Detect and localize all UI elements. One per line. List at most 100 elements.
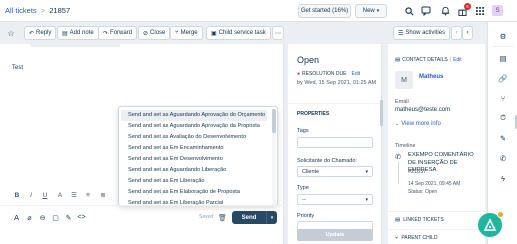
more-icon: ⋯ [275,30,281,37]
next-ticket-button[interactable]: › [462,26,473,40]
send-status-option[interactable]: Send and set as Em Encaminhamento [121,143,267,154]
contact-card-icon: ▤ [395,57,401,63]
knowledge-base-icon[interactable]: ✎ [64,213,73,222]
merge-button[interactable]: ⑂ Merge [170,26,203,40]
contact-avatar: M [395,71,413,89]
rail-divider [492,46,514,47]
attachment-icon[interactable]: ⌀ [25,213,34,222]
time-tracker-icon[interactable]: ⏱ [498,113,508,123]
bullet-list-icon[interactable]: ☰ [70,191,78,199]
view-more-label: View more info [401,121,441,127]
linked-divider [388,229,485,230]
link-icon[interactable]: ⊖ [38,213,47,222]
search-icon[interactable] [404,6,414,16]
update-button[interactable]: Update [297,229,373,241]
solicitante-select[interactable]: Cliente ▾ [297,166,373,177]
type-select[interactable]: -- ▾ [297,194,373,205]
child-service-task-button[interactable]: ▣ Child service task [206,26,271,40]
parent-child-label: PARENT CHILD [401,235,438,241]
bell-icon[interactable] [440,5,450,16]
send-status-option[interactable]: Send and set as Aguardando Liberação [121,165,267,176]
view-more-info-link[interactable]: ⌄ View more info [395,121,441,127]
prev-ticket-button[interactable]: ‹ [451,26,462,40]
close-circle-icon: ⊘ [143,30,149,37]
send-status-option[interactable]: Send and set as Em Liberação [121,176,267,187]
text-color-icon[interactable]: A [56,191,64,199]
contact-edit-link[interactable]: Edit [453,57,462,63]
italic-icon[interactable]: I [27,191,35,199]
type-label: Type [297,185,309,191]
code-icon[interactable]: <> [77,213,86,222]
properties-scrollbar[interactable] [380,100,383,126]
chevron-down-icon: ⌄ [395,121,400,127]
settings-icon[interactable]: ⚙ [498,31,508,41]
star-icon[interactable]: ☆ [6,28,16,38]
underline-icon[interactable]: U [41,191,49,199]
chat-icon[interactable] [421,5,431,16]
more-actions-button[interactable]: ⋯ [272,26,284,40]
contact-email: matheus@teste.com [395,107,451,113]
reply-button[interactable]: ↶ Reply [24,26,57,40]
freddy-assistant-fab[interactable] [478,211,504,237]
close-button[interactable]: ⊘ Close [138,26,171,40]
tags-input[interactable] [297,137,373,148]
notification-count-badge: 5 [464,3,471,10]
phone-icon[interactable]: ✆ [498,153,508,163]
editor-tab-strip [30,44,120,47]
chevron-left-icon: ‹ [455,30,458,36]
contact-name-link[interactable]: Matheus [419,74,443,80]
send-status-option[interactable]: Send and set as Avaliação do Desenvolvim… [121,132,267,143]
ticket-toolbar: ☆ ↶ Reply ▤ Add note ↷ Forward ⊘ Close ⑂ Merg… [0,26,502,42]
show-activities-button[interactable]: ☰ Show activities [393,26,451,40]
chevron-down-icon: ▾ [376,8,380,14]
contact-card-icon[interactable]: ▤ [498,53,508,63]
task-icon: ▣ [211,30,217,37]
contact-details-panel: ▤ CONTACT DETAILS | Edit M Matheus Email… [388,44,485,244]
tags-label: Tags [297,128,309,134]
properties-panel: Open ● RESOLUTION DUE Edit by Wed, 15 Se… [288,44,382,244]
link-icon[interactable]: 🔗 [498,73,508,83]
linked-tickets-label: LINKED TICKETS [403,217,444,223]
canned-response-icon[interactable]: ▢ [51,213,60,222]
editor-divider [0,205,284,206]
send-label: Send [241,214,257,221]
send-button[interactable]: Send [232,211,266,224]
forward-button[interactable]: ↷ Forward [98,26,138,40]
send-options-toggle[interactable]: ▾ [266,211,277,224]
parent-child-icon[interactable]: ⑂ [498,93,508,103]
align-icon[interactable]: ≣ [99,191,107,199]
gift-icon[interactable]: 5 [457,3,471,16]
header-separator: | [449,57,452,63]
add-note-button[interactable]: ▤ Add note [57,26,99,40]
type-value: -- [302,196,306,203]
parent-child-header[interactable]: ⑂ PARENT CHILD [395,235,438,241]
font-format-icon[interactable]: A [12,213,21,222]
merge-label: Merge [180,30,198,36]
new-button[interactable]: New ▾ [355,4,387,18]
activities-icon: ☰ [398,30,404,37]
send-status-option[interactable]: Send and set as Aguardando Aprovação do … [121,110,267,121]
numbered-list-icon[interactable]: ≡ [84,191,92,199]
priority-label: Priority [297,213,315,219]
menu-scrollbar-thumb[interactable] [272,109,276,133]
top-header: All tickets > 21857 Get started (16%) Ne… [0,0,517,22]
bolt-icon[interactable]: ϟ [498,173,508,183]
close-label: Close [150,30,166,36]
apps-grid-icon[interactable] [475,6,485,16]
properties-divider [288,103,382,104]
bold-icon[interactable]: B [13,191,21,199]
edit-icon[interactable]: ✎ [498,133,508,143]
user-avatar[interactable]: S [492,5,503,16]
get-started-button[interactable]: Get started (16%) [298,4,351,18]
send-status-option[interactable]: Send and set as Em Elaboração de Propost… [121,187,267,198]
linked-tickets-header[interactable]: ▤ LINKED TICKETS [395,217,444,223]
trash-icon[interactable]: 🗑 [218,213,227,222]
timeline-label: Timeline [395,143,416,149]
breadcrumb-all-tickets-link[interactable]: All tickets [5,6,37,15]
editor-body-text: Test [12,65,24,71]
send-status-option[interactable]: Send and set as Em Desenvolvimento [121,154,267,165]
send-status-option[interactable]: Send and set as Aguardando Aprovação da … [121,121,267,132]
resolution-edit-link[interactable]: Edit [351,71,360,77]
parent-child-icon: ⑂ [395,235,399,241]
solicitante-label: Solicitante do Chamado: [297,158,357,164]
